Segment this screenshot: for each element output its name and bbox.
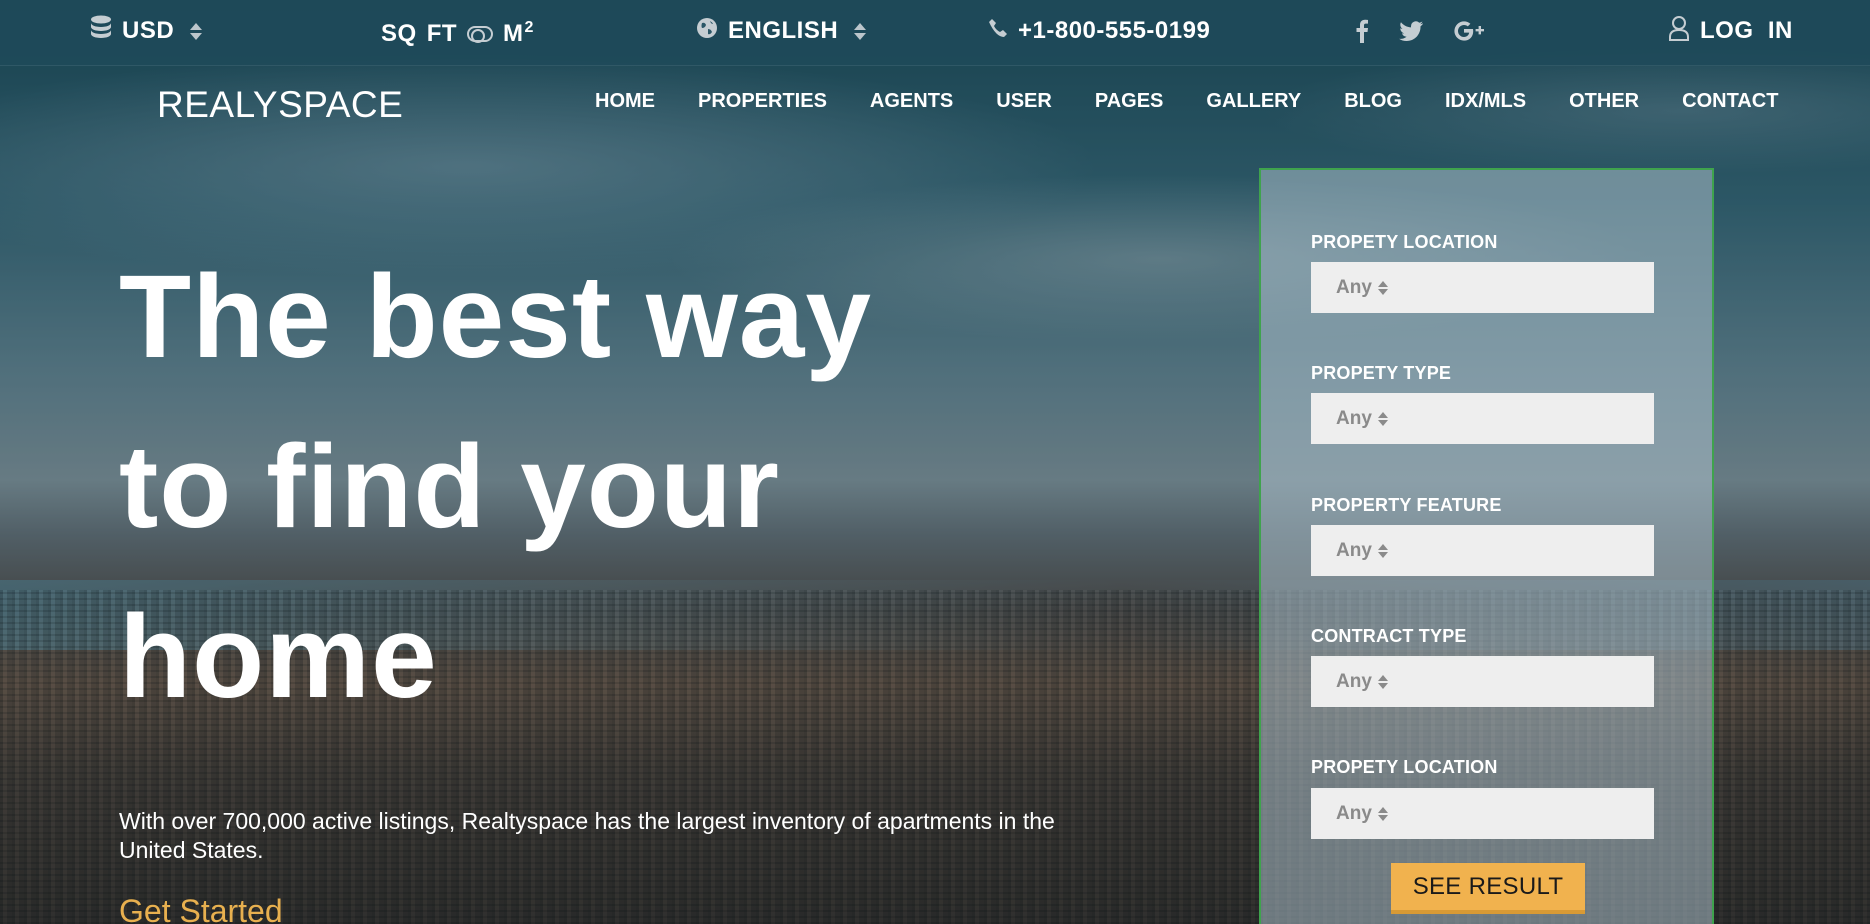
unit-ft-label: FT (426, 20, 458, 47)
user-icon (1668, 15, 1690, 48)
phone-link[interactable]: +1-800-555-0199 (988, 0, 1210, 62)
sort-icon (190, 22, 203, 40)
phone-number: +1-800-555-0199 (1018, 17, 1211, 44)
database-icon (90, 15, 112, 48)
sort-icon (1377, 280, 1388, 295)
nav-item-contact[interactable]: CONTACT (1682, 90, 1778, 113)
nav-item-other[interactable]: OTHER (1569, 90, 1639, 113)
top-bar: USD SQ FT M2 ENGLISH +1-800-555-0199 LOG… (0, 0, 1870, 66)
property-search-panel: PROPETY LOCATION Any PROPETY TYPE Any PR… (1259, 168, 1714, 924)
site-logo[interactable]: REALYSPACE (157, 84, 403, 126)
nav-item-blog[interactable]: BLOG (1344, 90, 1402, 113)
select-value: Any (1336, 670, 1372, 692)
nav-item-pages[interactable]: PAGES (1095, 90, 1164, 113)
field-label-location-2: PROPETY LOCATION (1311, 757, 1498, 777)
facebook-icon[interactable] (1355, 19, 1369, 43)
contract-select[interactable]: Any (1311, 656, 1654, 707)
nav-item-agents[interactable]: AGENTS (870, 90, 953, 113)
see-result-button[interactable]: SEE RESULT (1391, 863, 1585, 914)
location-select-2[interactable]: Any (1311, 788, 1654, 839)
unit-toggle[interactable]: SQ FT M2 (381, 3, 534, 65)
hero-title: The best way to find your home (119, 232, 1119, 742)
feature-select[interactable]: Any (1311, 525, 1654, 576)
hero-title-line: home (119, 591, 438, 723)
currency-label: USD (122, 17, 175, 44)
main-navigation: REALYSPACE HOME PROPERTIES AGENTS USER P… (0, 66, 1870, 142)
select-value: Any (1336, 802, 1372, 824)
select-value: Any (1336, 276, 1372, 298)
select-value: Any (1336, 539, 1372, 561)
field-label-contract: CONTRACT TYPE (1311, 626, 1467, 646)
toggle-icon[interactable] (467, 26, 494, 43)
login-label: LOG IN (1700, 17, 1793, 44)
sort-icon (854, 22, 867, 40)
hero-title-line: to find your (119, 421, 780, 553)
social-links (1355, 0, 1487, 62)
sort-icon (1377, 674, 1388, 689)
hero-description: With over 700,000 active listings, Realt… (119, 808, 1055, 863)
nav-item-idx-mls[interactable]: IDX/MLS (1445, 90, 1526, 113)
sort-icon (1377, 543, 1388, 558)
sort-icon (1377, 806, 1388, 821)
field-label-feature: PROPERTY FEATURE (1311, 495, 1502, 515)
nav-item-properties[interactable]: PROPERTIES (698, 90, 827, 113)
currency-selector[interactable]: USD (90, 0, 203, 62)
select-value: Any (1336, 407, 1372, 429)
unit-sq-label: SQ (381, 20, 417, 47)
google-plus-icon[interactable] (1453, 20, 1487, 42)
location-select[interactable]: Any (1311, 262, 1654, 313)
language-selector[interactable]: ENGLISH (696, 0, 867, 62)
nav-item-user[interactable]: USER (996, 90, 1052, 113)
login-link[interactable]: LOG IN (1668, 0, 1793, 62)
nav-item-gallery[interactable]: GALLERY (1206, 90, 1301, 113)
field-label-location: PROPETY LOCATION (1311, 232, 1498, 252)
unit-m2-label: M2 (503, 19, 534, 47)
nav-menu: HOME PROPERTIES AGENTS USER PAGES GALLER… (595, 90, 1778, 113)
type-select[interactable]: Any (1311, 393, 1654, 444)
twitter-icon[interactable] (1399, 21, 1423, 41)
language-label: ENGLISH (728, 17, 839, 44)
sort-icon (1377, 411, 1388, 426)
get-started-link[interactable]: Get Started (119, 893, 283, 924)
nav-item-home[interactable]: HOME (595, 90, 655, 113)
phone-icon (988, 17, 1008, 45)
globe-icon (696, 17, 718, 46)
hero-title-line: The best way (119, 251, 873, 383)
field-label-type: PROPETY TYPE (1311, 363, 1452, 383)
